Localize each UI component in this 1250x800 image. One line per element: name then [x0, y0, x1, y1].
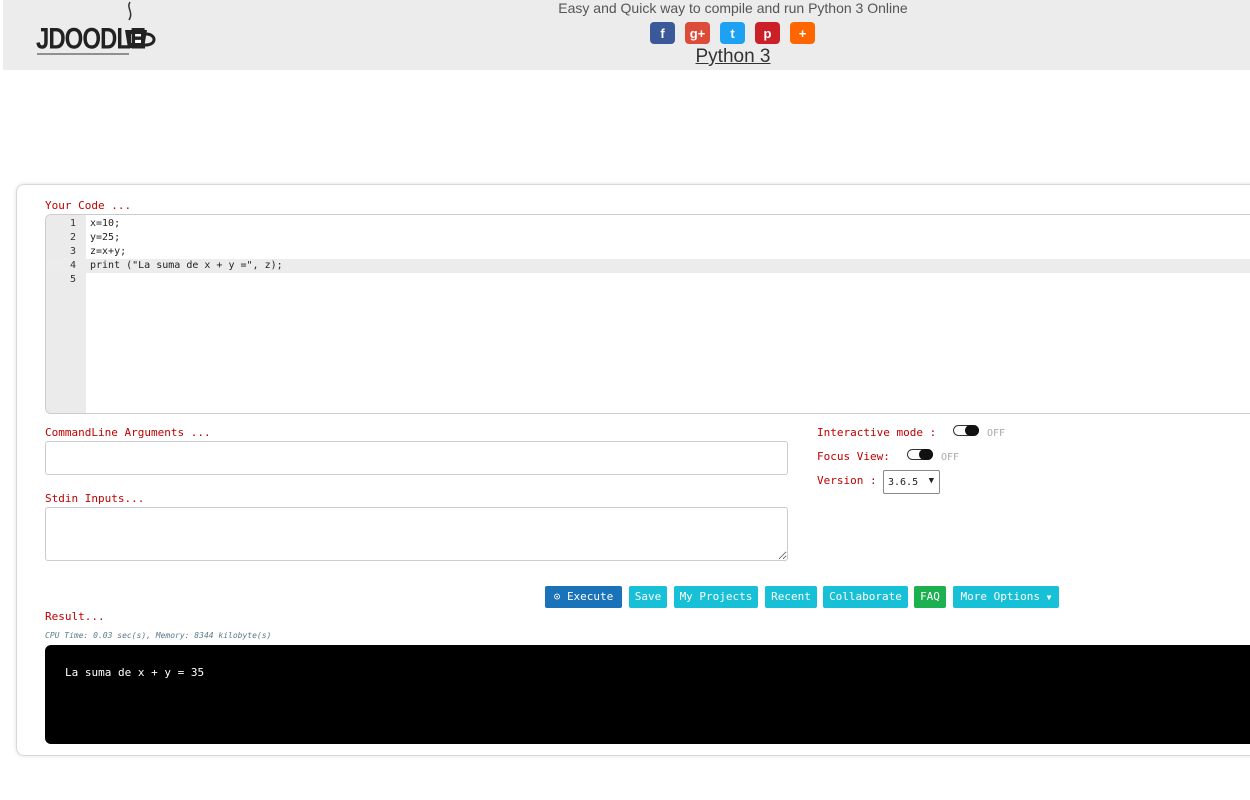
toggle-knob [965, 425, 979, 436]
google-plus-icon[interactable]: g+ [685, 22, 710, 44]
my-projects-button[interactable]: My Projects [674, 586, 758, 608]
line-number: 1 [69, 218, 76, 229]
stdin-input[interactable] [45, 507, 788, 561]
focus-view-toggle[interactable] [907, 449, 933, 460]
main-panel: Your Code ... 1 x=10; 2 y=25; 3 z=x+y; 4… [16, 184, 1250, 756]
line-number: 2 [69, 232, 76, 243]
code-line[interactable]: 1 x=10; [46, 217, 1250, 231]
code-label: Your Code ... [45, 199, 132, 212]
recent-button[interactable]: Recent [765, 586, 817, 608]
execute-button[interactable]: ⊙ Execute [545, 586, 622, 608]
facebook-icon[interactable]: f [650, 22, 675, 44]
twitter-icon[interactable]: t [720, 22, 745, 44]
more-options-label: More Options [960, 590, 1041, 603]
code-line[interactable]: 5 [46, 273, 1250, 287]
faq-button[interactable]: FAQ [914, 586, 946, 608]
result-label: Result... [45, 610, 105, 623]
pinterest-icon[interactable]: p [755, 22, 780, 44]
code-text[interactable]: z=x+y; [90, 245, 126, 259]
tagline: Easy and Quick way to compile and run Py… [558, 0, 908, 16]
page-title[interactable]: Python 3 [3, 46, 1250, 68]
social-share-bar: f g+ t p + [650, 22, 815, 44]
more-options-button[interactable]: More Options ▼ [953, 586, 1059, 608]
interactive-mode-label: Interactive mode : [817, 426, 937, 439]
code-text[interactable]: x=10; [90, 217, 120, 231]
page-header: JDOODLE Easy and Quick way to compile an… [3, 0, 1250, 70]
chevron-down-icon: ▼ [928, 476, 934, 486]
result-output: La suma de x + y = 35 [45, 645, 1250, 744]
interactive-mode-toggle[interactable] [953, 425, 979, 436]
line-number: 3 [69, 246, 76, 257]
version-value: 3.6.5 [888, 477, 919, 488]
args-input[interactable] [45, 441, 788, 475]
execute-label: Execute [566, 590, 614, 603]
code-line-active[interactable]: 4 print ("La suma de x + y =", z); [46, 259, 1250, 273]
line-number: 5 [69, 274, 76, 285]
code-line[interactable]: 3 z=x+y; [46, 245, 1250, 259]
code-line[interactable]: 2 y=25; [46, 231, 1250, 245]
toggle-knob [919, 449, 933, 460]
save-button[interactable]: Save [629, 586, 667, 608]
result-text: La suma de x + y = 35 [65, 666, 205, 679]
collaborate-button[interactable]: Collaborate [823, 586, 908, 608]
line-number: 4 [69, 260, 76, 271]
focus-view-label: Focus View: [817, 450, 890, 463]
code-editor[interactable]: 1 x=10; 2 y=25; 3 z=x+y; 4 print ("La su… [45, 214, 1250, 414]
cpu-stats: CPU Time: 0.03 sec(s), Memory: 8344 kilo… [45, 631, 272, 640]
play-circle-icon: ⊙ [553, 590, 561, 603]
focus-view-state: OFF [941, 452, 960, 463]
share-more-icon[interactable]: + [790, 22, 815, 44]
version-select[interactable]: 3.6.5 ▼ [883, 470, 940, 494]
caret-down-icon: ▼ [1046, 593, 1052, 602]
code-text[interactable]: y=25; [90, 231, 120, 245]
stdin-label: Stdin Inputs... [45, 492, 145, 505]
code-text[interactable]: print ("La suma de x + y =", z); [90, 259, 283, 273]
args-label: CommandLine Arguments ... [45, 426, 211, 439]
interactive-mode-state: OFF [987, 428, 1006, 439]
version-label: Version : [817, 474, 877, 487]
